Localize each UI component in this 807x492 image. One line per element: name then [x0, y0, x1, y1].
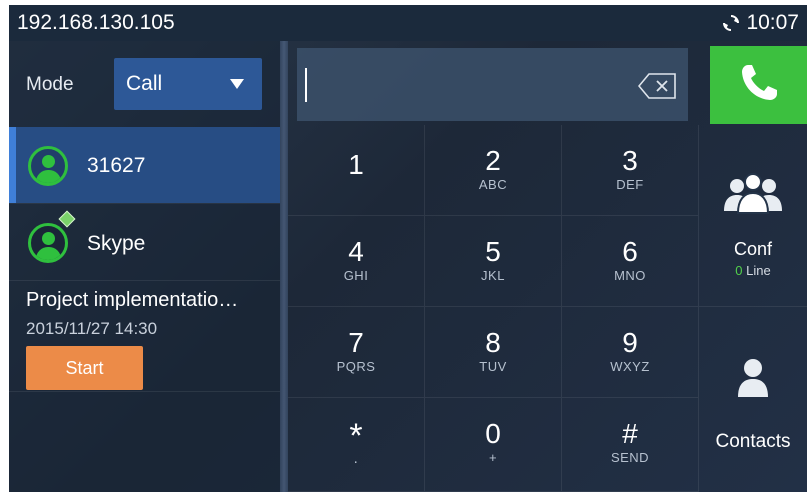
sync-icon [722, 14, 740, 32]
key-digit: 8 [485, 327, 501, 358]
mode-row: Mode Call [9, 41, 280, 127]
contacts-label: Contacts [715, 431, 791, 452]
key-8[interactable]: 8 TUV [425, 307, 562, 398]
key-letters: + [488, 450, 498, 465]
key-digit: 4 [348, 236, 364, 267]
key-digit: 6 [622, 236, 638, 267]
account-item-31627[interactable]: 31627 [9, 127, 280, 203]
key-digit: 0 [485, 418, 501, 449]
account-avatar-icon [28, 223, 68, 263]
conf-line-status: 0 Line [699, 263, 807, 278]
skype-badge-icon [58, 210, 76, 228]
key-letters: . [353, 450, 359, 467]
key-letters: SEND [610, 450, 650, 465]
clock: 10:07 [746, 11, 799, 34]
phone-screen: 192.168.130.105 10:07 Mode Call 31627 Sk… [9, 5, 807, 492]
ip-address: 192.168.130.105 [17, 11, 175, 34]
status-right: 10:07 [722, 11, 799, 35]
key-star[interactable]: * . [288, 398, 425, 492]
meeting-title: Project implementatio… [26, 289, 239, 311]
account-name: Skype [87, 232, 146, 255]
conf-label: Conf [733, 239, 773, 259]
mode-dropdown[interactable]: Call [114, 58, 262, 110]
key-letters: DEF [616, 177, 644, 192]
key-1[interactable]: 1 [288, 125, 425, 216]
key-letters: JKL [481, 268, 505, 283]
key-letters: PQRS [336, 359, 376, 374]
contacts-button[interactable]: Contacts [699, 307, 807, 492]
key-0[interactable]: 0 + [425, 398, 562, 492]
mode-value: Call [126, 72, 163, 95]
key-letters: MNO [614, 268, 646, 283]
start-meeting-button[interactable]: Start [26, 346, 143, 390]
text-cursor [305, 68, 307, 102]
call-button[interactable] [710, 46, 807, 124]
account-name: 31627 [87, 154, 146, 177]
key-hash[interactable]: # SEND [562, 398, 699, 492]
key-digit: 9 [622, 327, 638, 358]
conf-line-count: 0 [735, 263, 743, 278]
account-item-skype[interactable]: Skype [9, 203, 280, 279]
key-digit: 7 [348, 327, 364, 358]
account-avatar-icon [28, 146, 68, 186]
key-letters: TUV [479, 359, 507, 374]
key-6[interactable]: 6 MNO [562, 216, 699, 307]
key-3[interactable]: 3 DEF [562, 125, 699, 216]
key-letters: WXYZ [610, 359, 650, 374]
key-digit: 5 [485, 236, 501, 267]
mode-label: Mode [26, 74, 74, 95]
conf-line-label: Line [742, 263, 771, 278]
chevron-down-icon [230, 79, 244, 89]
backspace-icon[interactable] [637, 73, 677, 99]
contact-icon [737, 357, 769, 404]
key-letters: GHI [343, 268, 369, 283]
status-bar: 192.168.130.105 10:07 [9, 5, 807, 41]
key-digit: 3 [622, 145, 638, 176]
key-7[interactable]: 7 PQRS [288, 307, 425, 398]
phone-icon [737, 61, 781, 110]
left-panel: Mode Call 31627 Skype Project implementa… [9, 41, 280, 492]
key-digit: 1 [348, 149, 364, 180]
dial-input[interactable] [297, 48, 688, 121]
key-digit: * [349, 417, 363, 455]
key-digit: # [622, 418, 638, 449]
key-9[interactable]: 9 WXYZ [562, 307, 699, 398]
keypad: 1 2 ABC 3 DEF 4 GHI 5 JKL 6 MNO 7 PQRS 8 [288, 125, 807, 492]
key-2[interactable]: 2 ABC [425, 125, 562, 216]
meeting-datetime: 2015/11/27 14:30 [26, 319, 158, 338]
panel-divider[interactable] [280, 41, 288, 492]
meeting-item[interactable]: Project implementatio… 2015/11/27 14:30 … [9, 280, 280, 392]
key-digit: 2 [485, 145, 501, 176]
key-4[interactable]: 4 GHI [288, 216, 425, 307]
conf-button[interactable]: Conf 0 Line [699, 125, 807, 307]
selection-indicator [9, 127, 16, 203]
conference-icon [719, 171, 787, 220]
key-5[interactable]: 5 JKL [425, 216, 562, 307]
key-letters: ABC [478, 177, 508, 192]
